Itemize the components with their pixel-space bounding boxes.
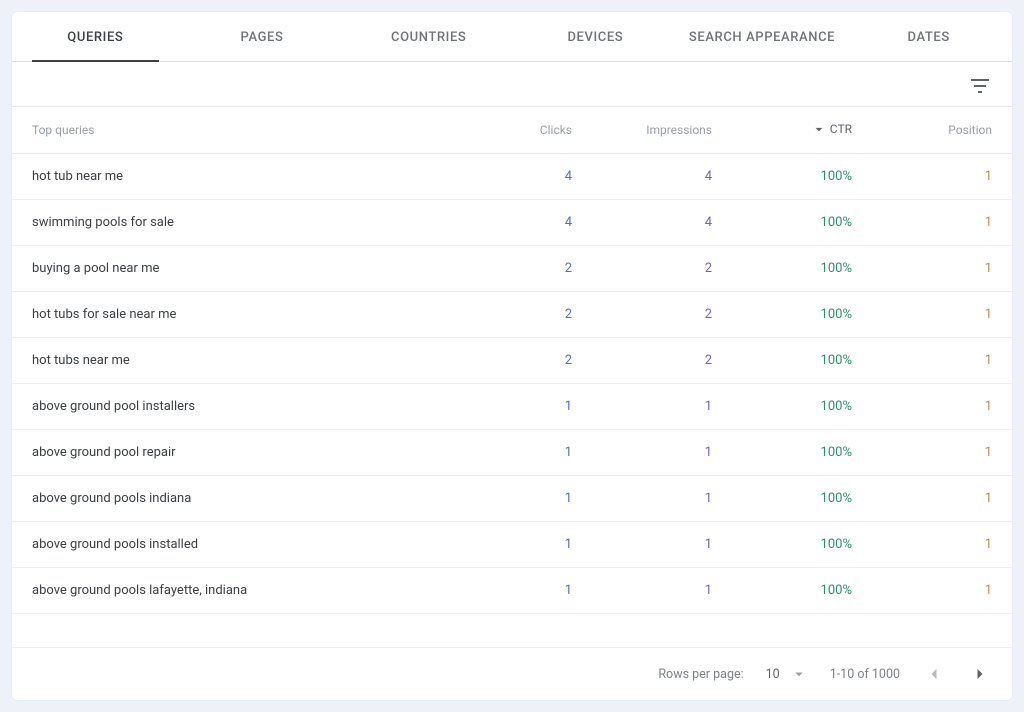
clicks-cell: 4 (432, 215, 572, 230)
table-row[interactable]: above ground pool installers11100%1 (12, 384, 1012, 430)
dimension-tabs: QUERIES PAGES COUNTRIES DEVICES SEARCH A… (12, 12, 1012, 62)
rows-per-page-label: Rows per page: (658, 667, 743, 682)
tab-search-appearance[interactable]: SEARCH APPEARANCE (679, 12, 846, 61)
impressions-cell: 1 (572, 583, 712, 598)
table-row[interactable]: buying a pool near me22100%1 (12, 246, 1012, 292)
impressions-cell: 4 (572, 215, 712, 230)
ctr-cell: 100% (712, 399, 852, 414)
position-cell: 1 (852, 491, 992, 506)
ctr-cell: 100% (712, 537, 852, 552)
table-body: hot tub near me44100%1swimming pools for… (12, 154, 1012, 614)
impressions-cell: 1 (572, 445, 712, 460)
table-row[interactable]: above ground pools lafayette, indiana111… (12, 568, 1012, 614)
impressions-cell: 4 (572, 169, 712, 184)
position-cell: 1 (852, 169, 992, 184)
position-cell: 1 (852, 215, 992, 230)
table-footer: Rows per page: 10 1-10 of 1000 (12, 647, 1012, 700)
position-cell: 1 (852, 537, 992, 552)
clicks-cell: 1 (432, 399, 572, 414)
query-cell: above ground pools lafayette, indiana (32, 583, 432, 598)
prev-page-button[interactable] (922, 662, 946, 686)
table-toolbar (12, 62, 1012, 106)
performance-card: QUERIES PAGES COUNTRIES DEVICES SEARCH A… (12, 12, 1012, 700)
query-cell: buying a pool near me (32, 261, 432, 276)
clicks-cell: 2 (432, 261, 572, 276)
position-cell: 1 (852, 399, 992, 414)
impressions-cell: 1 (572, 491, 712, 506)
query-cell: swimming pools for sale (32, 215, 432, 230)
table-row[interactable]: above ground pools indiana11100%1 (12, 476, 1012, 522)
column-header-position[interactable]: Position (852, 123, 992, 137)
position-cell: 1 (852, 353, 992, 368)
ctr-cell: 100% (712, 215, 852, 230)
next-page-button[interactable] (968, 662, 992, 686)
rows-per-page-value: 10 (766, 667, 780, 682)
tab-devices[interactable]: DEVICES (512, 12, 679, 61)
query-cell: above ground pools indiana (32, 491, 432, 506)
column-header-query[interactable]: Top queries (32, 123, 432, 137)
ctr-cell: 100% (712, 169, 852, 184)
clicks-cell: 2 (432, 307, 572, 322)
column-header-clicks[interactable]: Clicks (432, 123, 572, 137)
ctr-cell: 100% (712, 445, 852, 460)
impressions-cell: 2 (572, 307, 712, 322)
ctr-cell: 100% (712, 353, 852, 368)
ctr-cell: 100% (712, 261, 852, 276)
tab-countries[interactable]: COUNTRIES (345, 12, 512, 61)
clicks-cell: 1 (432, 583, 572, 598)
ctr-cell: 100% (712, 307, 852, 322)
query-cell: hot tubs for sale near me (32, 307, 432, 322)
impressions-cell: 2 (572, 261, 712, 276)
rows-per-page-select[interactable]: 10 (766, 665, 808, 683)
table-row[interactable]: hot tubs near me22100%1 (12, 338, 1012, 384)
table-row[interactable]: hot tub near me44100%1 (12, 154, 1012, 200)
position-cell: 1 (852, 307, 992, 322)
clicks-cell: 1 (432, 537, 572, 552)
clicks-cell: 4 (432, 169, 572, 184)
chevron-left-icon (924, 664, 944, 684)
position-cell: 1 (852, 583, 992, 598)
impressions-cell: 1 (572, 537, 712, 552)
ctr-cell: 100% (712, 491, 852, 506)
pagination-range: 1-10 of 1000 (830, 667, 900, 682)
query-cell: hot tub near me (32, 169, 432, 184)
clicks-cell: 2 (432, 353, 572, 368)
arrow-down-icon (812, 122, 826, 136)
table-header-row: Top queries Clicks Impressions CTR Posit… (12, 106, 1012, 154)
query-cell: above ground pool repair (32, 445, 432, 460)
table-row[interactable]: swimming pools for sale44100%1 (12, 200, 1012, 246)
query-cell: hot tubs near me (32, 353, 432, 368)
impressions-cell: 2 (572, 353, 712, 368)
query-cell: above ground pools installed (32, 537, 432, 552)
table-row[interactable]: hot tubs for sale near me22100%1 (12, 292, 1012, 338)
chevron-right-icon (970, 664, 990, 684)
ctr-header-label: CTR (830, 122, 852, 136)
tab-dates[interactable]: DATES (845, 12, 1012, 61)
position-cell: 1 (852, 261, 992, 276)
column-header-ctr[interactable]: CTR (712, 122, 852, 139)
ctr-cell: 100% (712, 583, 852, 598)
table-row[interactable]: above ground pool repair11100%1 (12, 430, 1012, 476)
chevron-down-icon (790, 665, 808, 683)
filter-icon[interactable] (968, 74, 992, 98)
query-cell: above ground pool installers (32, 399, 432, 414)
clicks-cell: 1 (432, 445, 572, 460)
table-row[interactable]: above ground pools installed11100%1 (12, 522, 1012, 568)
tab-queries[interactable]: QUERIES (12, 12, 179, 61)
clicks-cell: 1 (432, 491, 572, 506)
impressions-cell: 1 (572, 399, 712, 414)
tab-pages[interactable]: PAGES (179, 12, 346, 61)
position-cell: 1 (852, 445, 992, 460)
column-header-impressions[interactable]: Impressions (572, 123, 712, 137)
